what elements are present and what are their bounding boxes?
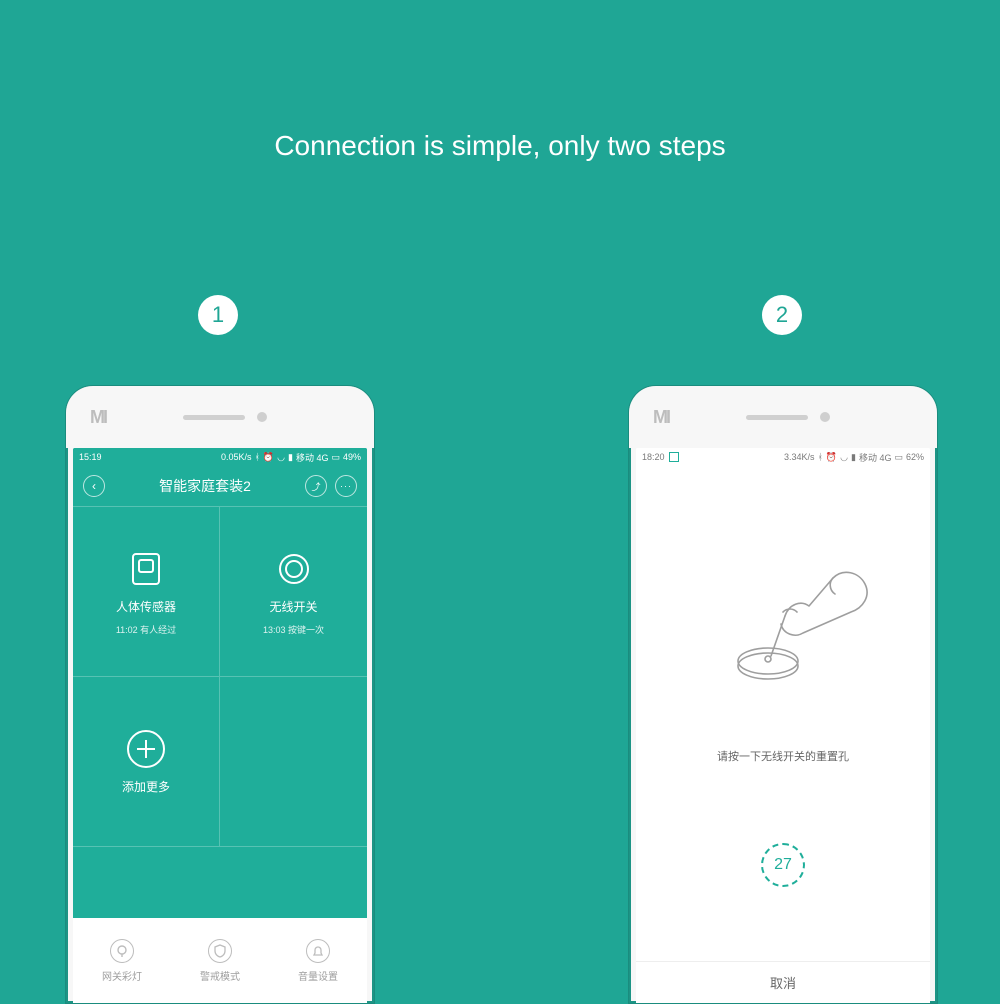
alarm-icon: ⏰ xyxy=(826,452,837,463)
bottom-item-volume[interactable]: 音量设置 xyxy=(269,918,367,1003)
phone-bezel: MI xyxy=(66,386,374,448)
phone-side-buttons xyxy=(937,526,938,672)
status-battery: 62% xyxy=(906,452,924,462)
countdown-timer: 27 xyxy=(761,843,805,887)
brand-logo: MI xyxy=(90,407,106,428)
screen-2: 18:20 3.34K/s ᚼ ⏰ ◡ ▮ 移动 4G ▭ 62% xyxy=(636,448,930,1003)
device-tile-label: 添加更多 xyxy=(122,778,170,795)
front-camera xyxy=(257,412,267,422)
status-bar: 18:20 3.34K/s ᚼ ⏰ ◡ ▮ 移动 4G ▭ 62% xyxy=(636,448,930,466)
bottom-item-label: 警戒模式 xyxy=(200,968,240,983)
more-icon: ··· xyxy=(340,481,352,491)
lightbulb-icon xyxy=(110,939,134,963)
share-button[interactable]: ⤴ xyxy=(305,475,327,497)
bluetooth-icon: ᚼ xyxy=(255,452,260,462)
bottom-item-alert[interactable]: 警戒模式 xyxy=(171,918,269,1003)
screen-1: 15:19 0.05K/s ᚼ ⏰ ◡ ▮ 移动 4G ▭ 49% ‹ 智能家庭… xyxy=(73,448,367,1003)
battery-icon: ▭ xyxy=(331,452,340,463)
page-title: 智能家庭套装2 xyxy=(159,476,251,496)
wireless-switch-icon xyxy=(273,548,315,590)
phone-side-buttons xyxy=(374,526,375,672)
step-badge-1: 1 xyxy=(198,295,238,335)
device-tile-add-more[interactable]: 添加更多 xyxy=(73,677,220,847)
front-camera xyxy=(820,412,830,422)
status-speed: 0.05K/s xyxy=(221,452,252,462)
cancel-button[interactable]: 取消 xyxy=(636,961,930,1003)
battery-icon: ▭ xyxy=(894,452,903,463)
back-button[interactable]: ‹ xyxy=(83,475,105,497)
status-net: 移动 4G xyxy=(859,451,892,464)
headline: Connection is simple, only two steps xyxy=(0,130,1000,162)
device-tile-wireless-switch[interactable]: 无线开关 13:03 按键一次 xyxy=(220,507,367,677)
device-tile-label: 无线开关 xyxy=(269,598,317,615)
share-icon: ⤴ xyxy=(311,480,320,493)
reset-illustration xyxy=(636,533,930,703)
signal-icon: ▮ xyxy=(288,452,293,463)
device-tile-sub: 13:03 按键一次 xyxy=(263,623,324,636)
app-indicator-icon xyxy=(669,452,679,462)
status-time: 15:19 xyxy=(79,452,102,462)
status-speed: 3.34K/s xyxy=(784,452,815,462)
device-grid: 人体传感器 11:02 有人经过 无线开关 13:03 按键一次 添加更多 xyxy=(73,506,367,847)
status-bar: 15:19 0.05K/s ᚼ ⏰ ◡ ▮ 移动 4G ▭ 49% xyxy=(73,448,367,466)
bottom-item-label: 网关彩灯 xyxy=(102,968,142,983)
instruction-text: 请按一下无线开关的重置孔 xyxy=(636,748,930,764)
device-tile-label: 人体传感器 xyxy=(116,598,176,615)
alarm-icon: ⏰ xyxy=(263,452,274,463)
plus-icon xyxy=(125,728,167,770)
app-bar: ‹ 智能家庭套装2 ⤴ ··· xyxy=(73,466,367,506)
device-tile-motion-sensor[interactable]: 人体传感器 11:02 有人经过 xyxy=(73,507,220,677)
bottom-item-light[interactable]: 网关彩灯 xyxy=(73,918,171,1003)
motion-sensor-icon xyxy=(125,548,167,590)
status-net: 移动 4G xyxy=(296,451,329,464)
bottom-bar: 网关彩灯 警戒模式 音量设置 xyxy=(73,918,367,1003)
device-tile-sub: 11:02 有人经过 xyxy=(116,623,176,636)
earpiece xyxy=(183,415,245,420)
signal-icon: ▮ xyxy=(851,452,856,463)
earpiece xyxy=(746,415,808,420)
status-battery: 49% xyxy=(343,452,361,462)
bluetooth-icon: ᚼ xyxy=(818,452,823,462)
phone-bezel: MI xyxy=(629,386,937,448)
status-time: 18:20 xyxy=(642,452,665,462)
bottom-item-label: 音量设置 xyxy=(298,968,338,983)
phone-mockup-2: MI 18:20 3.34K/s ᚼ ⏰ ◡ ▮ 移动 4G ▭ 62% xyxy=(628,385,938,1004)
step-badge-2: 2 xyxy=(762,295,802,335)
brand-logo: MI xyxy=(653,407,669,428)
chevron-left-icon: ‹ xyxy=(92,479,96,493)
wifi-icon: ◡ xyxy=(277,452,285,463)
wifi-icon: ◡ xyxy=(840,452,848,463)
device-tile-empty xyxy=(220,677,367,847)
shield-icon xyxy=(208,939,232,963)
bell-icon xyxy=(306,939,330,963)
phone-mockup-1: MI 15:19 0.05K/s ᚼ ⏰ ◡ ▮ 移动 4G ▭ 49% ‹ xyxy=(65,385,375,1004)
more-button[interactable]: ··· xyxy=(335,475,357,497)
